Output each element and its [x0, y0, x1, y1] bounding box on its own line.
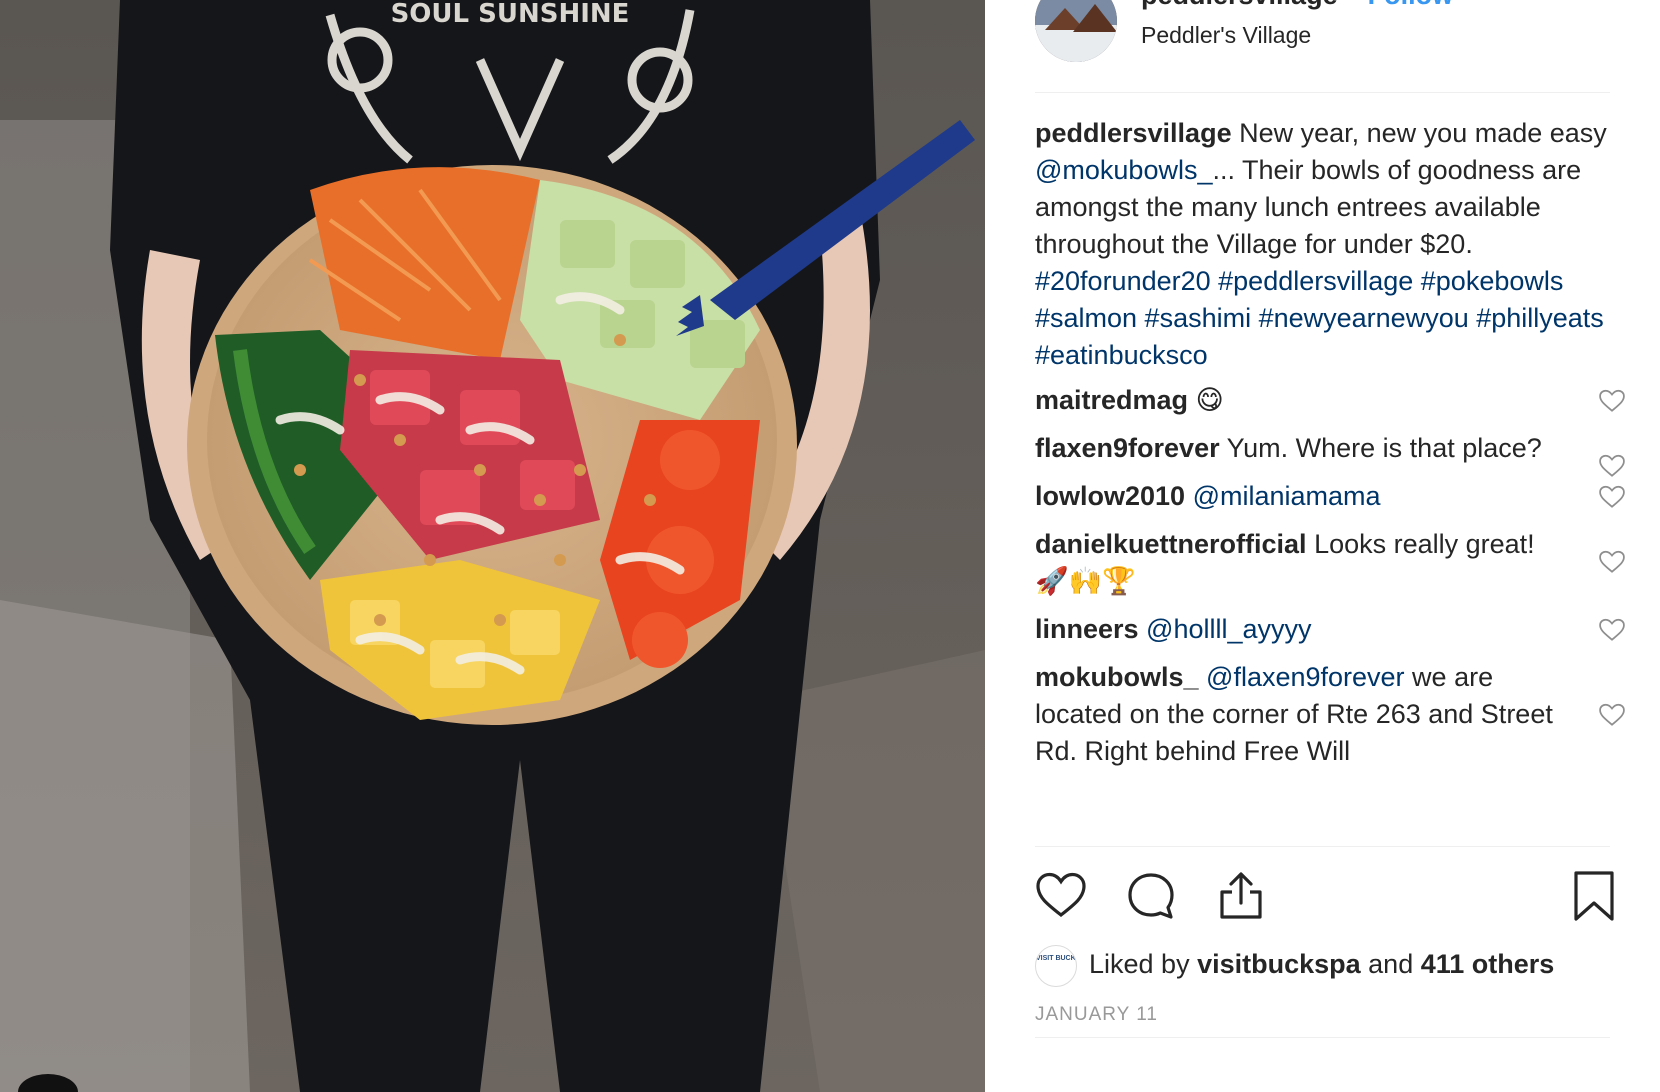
caption-hashtags[interactable]: #20forunder20 #peddlersvillage #pokebowl…	[1035, 266, 1604, 370]
comment-like-heart-icon[interactable]	[1599, 389, 1625, 413]
likes-summary: VISIT BUCKS COUNTYLiked by visitbuckspa …	[1035, 945, 1554, 989]
liker-username[interactable]: visitbuckspa	[1197, 949, 1361, 979]
comment-username[interactable]: flaxen9forever	[1035, 433, 1220, 463]
likes-mid: and	[1360, 949, 1421, 980]
follow-button[interactable]: Follow	[1368, 0, 1453, 10]
comment-username[interactable]: maitredmag	[1035, 385, 1188, 415]
comment-like-heart-icon[interactable]	[1599, 550, 1625, 574]
liker-avatar[interactable]: VISIT BUCKS COUNTY	[1035, 945, 1077, 987]
comment-text: Yum. Where is that place?	[1219, 433, 1542, 463]
comment-like-heart-icon[interactable]	[1599, 703, 1625, 727]
comment-item: danielkuettnerofficial Looks really grea…	[1035, 526, 1625, 600]
post-details-panel: peddlersvillageFollow Peddler's Village …	[985, 0, 1660, 1092]
author-row: peddlersvillage Follow	[1141, 0, 1453, 11]
caption-text-1: New year, new you made easy	[1231, 118, 1607, 148]
comment-text: 😋	[1188, 385, 1224, 415]
comment-like-heart-icon[interactable]	[1599, 618, 1625, 642]
comment-username[interactable]: danielkuettnerofficial	[1035, 529, 1307, 559]
post-header: peddlersvillage Follow Peddler's Village	[1035, 0, 1610, 92]
comment-mention[interactable]: @hollll_ayyyy	[1139, 614, 1311, 644]
header-divider	[1035, 92, 1610, 93]
comment-item: maitredmag 😋	[1035, 382, 1625, 419]
comment-like-heart-icon[interactable]	[1599, 485, 1625, 509]
poke-bowl-photo: SOUL SUNSHINE	[0, 0, 985, 1092]
comment-username[interactable]: linneers	[1035, 614, 1139, 644]
comment-mention[interactable]: @flaxen9forever	[1199, 662, 1405, 692]
caption-username[interactable]: peddlersvillage	[1035, 118, 1232, 148]
comment-mention[interactable]: @milaniamama	[1185, 481, 1381, 511]
comments-list[interactable]: peddlersvillage New year, new you made e…	[1035, 115, 1625, 845]
shirt-print-text: SOUL SUNSHINE	[391, 0, 630, 29]
bookmark-icon[interactable]	[1568, 870, 1620, 922]
comment-icon[interactable]	[1125, 870, 1177, 922]
comment-item: flaxen9forever Yum. Where is that place?	[1035, 430, 1625, 477]
comment-username[interactable]: mokubowls_	[1035, 662, 1199, 692]
author-username[interactable]: peddlersvillage	[1141, 0, 1338, 10]
post-caption: peddlersvillage New year, new you made e…	[1035, 115, 1625, 374]
caption-mention[interactable]: @mokubowls_	[1035, 155, 1212, 185]
likes-others-link[interactable]: 411 others	[1421, 949, 1555, 979]
share-icon[interactable]	[1215, 870, 1267, 922]
comment-username[interactable]: lowlow2010	[1035, 481, 1185, 511]
comment-item: lowlow2010 @milaniamama	[1035, 478, 1625, 515]
author-avatar-image	[1035, 0, 1117, 62]
likes-prefix: Liked by	[1089, 949, 1198, 980]
liker-avatar-logo-text: VISIT BUCKS COUNTY	[1036, 955, 1076, 962]
comment-item: mokubowls_ @flaxen9forever we are locate…	[1035, 659, 1625, 770]
post-photo[interactable]: SOUL SUNSHINE	[0, 0, 985, 1092]
action-bar	[1035, 870, 1614, 926]
comment-like-heart-icon[interactable]	[1599, 454, 1625, 478]
comment-item: linneers @hollll_ayyyy	[1035, 611, 1625, 648]
footer-divider	[1035, 1037, 1610, 1038]
like-heart-icon[interactable]	[1035, 870, 1087, 922]
author-avatar[interactable]	[1035, 0, 1117, 62]
post-location[interactable]: Peddler's Village	[1141, 22, 1311, 49]
comments-divider	[1035, 846, 1610, 847]
post-date[interactable]: JANUARY 11	[1035, 1004, 1158, 1026]
